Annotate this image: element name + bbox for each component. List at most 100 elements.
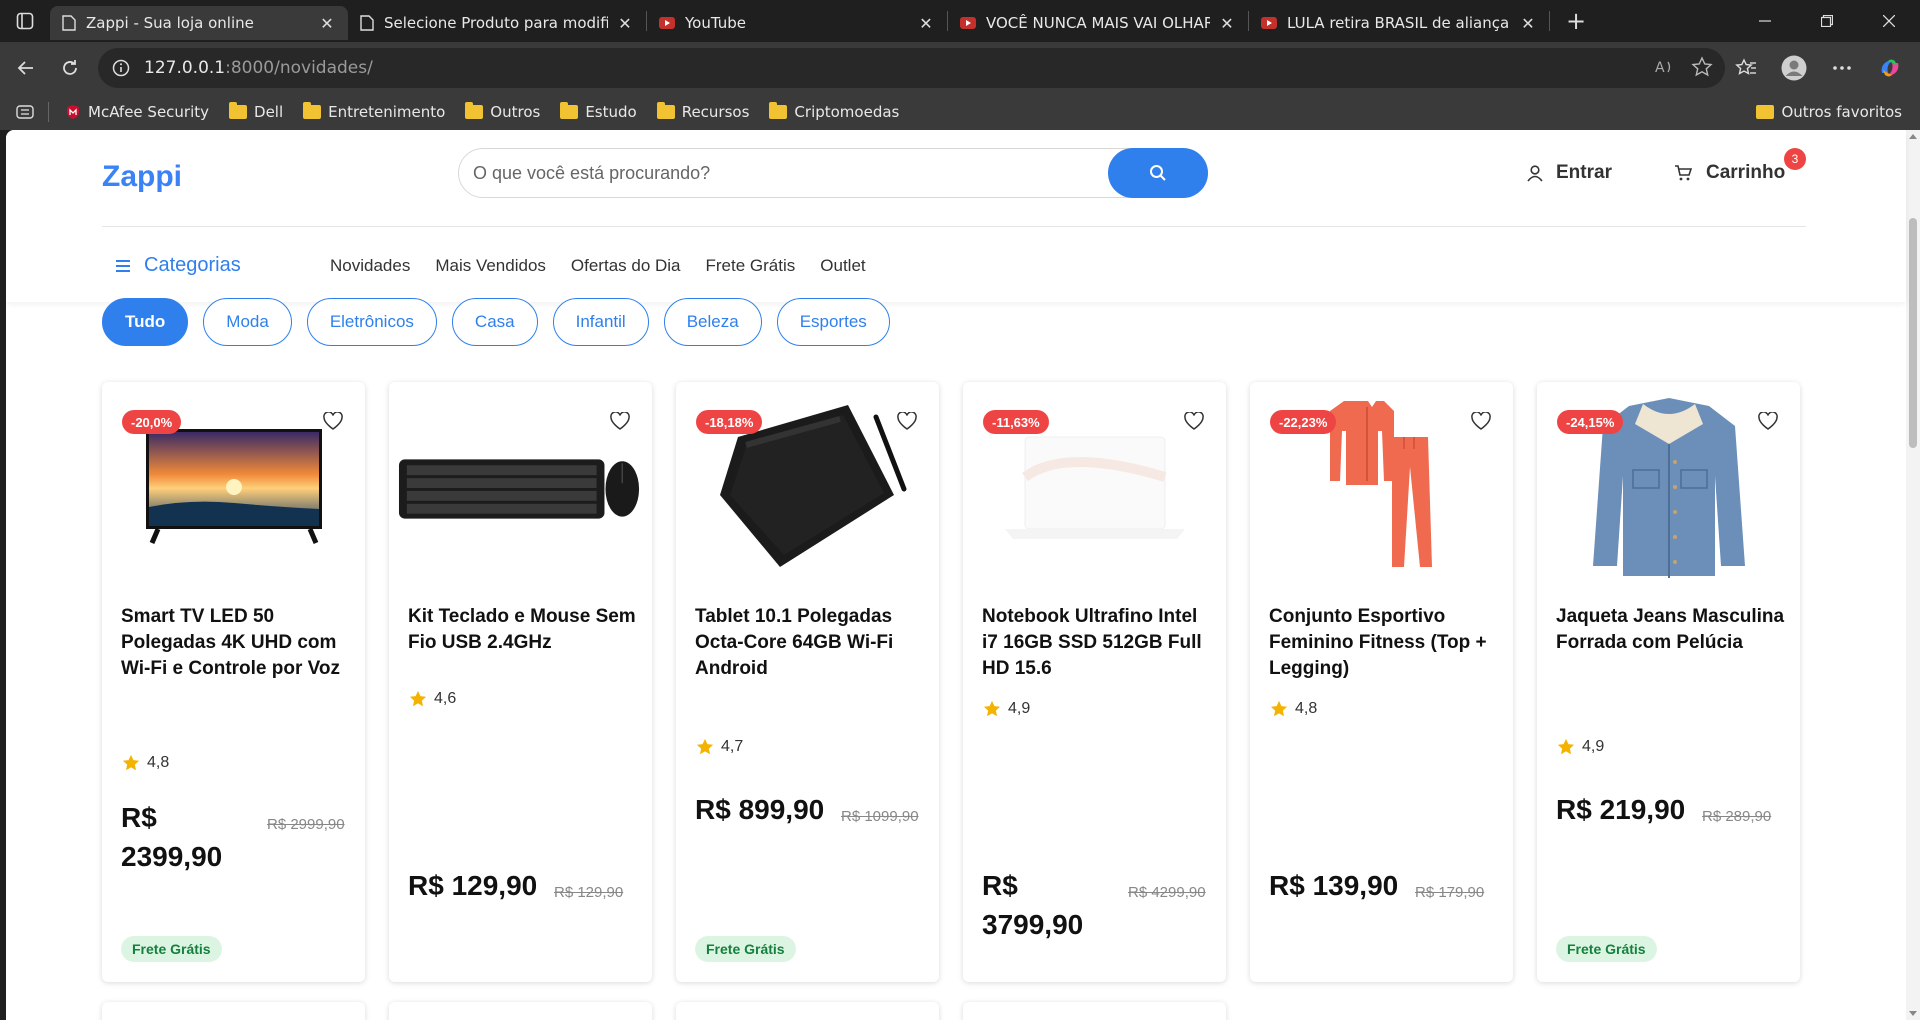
- filter-chip-casa[interactable]: Casa: [451, 298, 538, 346]
- read-aloud-icon[interactable]: A: [1653, 56, 1675, 78]
- tab-video-2[interactable]: LULA retira BRASIL de aliança em ✕: [1249, 6, 1549, 40]
- product-title[interactable]: Smart TV LED 50 Polegadas 4K UHD com Wi-…: [121, 604, 351, 682]
- favorite-star-icon[interactable]: [1691, 56, 1713, 78]
- minimize-button[interactable]: [1734, 0, 1796, 42]
- close-icon[interactable]: ✕: [917, 14, 935, 33]
- product-card[interactable]: -11,63% Notebook Ultrafino Intel i7 16GB…: [963, 382, 1226, 982]
- url-path: :8000/novidades/: [225, 58, 373, 78]
- bookmark-folder-estudo[interactable]: Estudo: [560, 102, 637, 121]
- product-card-partial[interactable]: [102, 1002, 365, 1020]
- heart-icon[interactable]: [897, 412, 917, 430]
- collections-icon[interactable]: [16, 105, 34, 119]
- cart-button[interactable]: Carrinho 3: [1674, 148, 1806, 184]
- tab-youtube[interactable]: YouTube ✕: [647, 6, 947, 40]
- scroll-down-arrow-icon[interactable]: [1909, 1011, 1917, 1016]
- bookmark-folder-recursos[interactable]: Recursos: [656, 102, 749, 121]
- folder-icon: [656, 102, 675, 119]
- profile-button[interactable]: [1772, 48, 1816, 88]
- tab-title: VOCÊ NUNCA MAIS VAI OLHAR P: [986, 14, 1210, 32]
- page-icon: [360, 15, 374, 31]
- close-icon[interactable]: ✕: [318, 14, 336, 33]
- product-title[interactable]: Jaqueta Jeans Masculina Forrada com Pelú…: [1556, 604, 1786, 656]
- copilot-button[interactable]: [1868, 48, 1912, 88]
- tab-actions-button[interactable]: [0, 0, 50, 42]
- bookmark-mcafee[interactable]: McAfee Security: [65, 103, 209, 121]
- close-icon[interactable]: ✕: [616, 14, 634, 33]
- product-price: R$ 129,90: [408, 870, 538, 901]
- filter-chip-esportes[interactable]: Esportes: [776, 298, 890, 346]
- scrollbar-thumb[interactable]: [1909, 218, 1917, 448]
- search-button[interactable]: [1108, 148, 1208, 198]
- close-icon[interactable]: ✕: [1519, 14, 1537, 33]
- site-info-icon[interactable]: [112, 59, 130, 77]
- tab-selecione-produto[interactable]: Selecione Produto para modificar ✕: [348, 6, 646, 40]
- bookmark-label: Criptomoedas: [794, 103, 900, 121]
- heart-icon[interactable]: [1184, 412, 1204, 430]
- bookmark-folder-criptomoedas[interactable]: Criptomoedas: [769, 102, 900, 121]
- address-bar[interactable]: 127.0.0.1:8000/novidades/ A: [98, 48, 1725, 88]
- product-card-partial[interactable]: [963, 1002, 1226, 1020]
- tab-video-1[interactable]: VOCÊ NUNCA MAIS VAI OLHAR P ✕: [948, 6, 1248, 40]
- nav-ofertas-do-dia[interactable]: Ofertas do Dia: [571, 256, 681, 276]
- filter-chip-beleza[interactable]: Beleza: [663, 298, 762, 346]
- product-card[interactable]: -22,23% Conjunto Esportivo Feminino Fitn…: [1250, 382, 1513, 982]
- rating-value: 4,8: [1295, 700, 1318, 717]
- star-icon: [122, 754, 140, 771]
- product-title[interactable]: Kit Teclado e Mouse Sem Fio USB 2.4GHz: [408, 604, 638, 656]
- heart-icon[interactable]: [1471, 412, 1491, 430]
- nav-novidades[interactable]: Novidades: [330, 256, 410, 276]
- filter-chip-tudo[interactable]: Tudo: [102, 298, 189, 346]
- close-window-button[interactable]: [1858, 0, 1920, 42]
- heart-icon[interactable]: [610, 412, 630, 430]
- product-card[interactable]: Kit Teclado e Mouse Sem Fio USB 2.4GHz 4…: [389, 382, 652, 982]
- tab-zappi[interactable]: Zappi - Sua loja online ✕: [50, 6, 348, 40]
- nav-outlet[interactable]: Outlet: [820, 256, 865, 276]
- product-card[interactable]: -24,15% Jaqueta Jeans Masculina Forrada …: [1537, 382, 1800, 982]
- product-title[interactable]: Tablet 10.1 Polegadas Octa-Core 64GB Wi-…: [695, 604, 925, 682]
- free-shipping-badge: Frete Grátis: [1556, 936, 1657, 962]
- bookmark-folder-outros[interactable]: Outros: [465, 102, 540, 121]
- bookmark-folder-dell[interactable]: Dell: [229, 102, 283, 121]
- reload-button[interactable]: [48, 48, 92, 88]
- product-card[interactable]: -20,0% Smart TV LED 50 Polegadas 4K UHD …: [102, 382, 365, 982]
- product-title[interactable]: Notebook Ultrafino Intel i7 16GB SSD 512…: [982, 604, 1212, 682]
- close-icon: [1883, 15, 1895, 27]
- search-input[interactable]: [473, 149, 1093, 197]
- avatar-icon: [1781, 55, 1807, 81]
- filter-chip-infantil[interactable]: Infantil: [552, 298, 649, 346]
- copilot-icon: [1881, 59, 1899, 77]
- product-price: R$ 2399,90: [121, 802, 223, 872]
- bookmark-folder-outros-favoritos[interactable]: Outros favoritos: [1756, 103, 1902, 121]
- product-card-partial[interactable]: [389, 1002, 652, 1020]
- site-logo[interactable]: Zappi: [102, 160, 182, 194]
- discount-badge: -22,23%: [1270, 410, 1337, 434]
- categories-menu-button[interactable]: Categorias: [116, 254, 241, 277]
- heart-icon[interactable]: [323, 412, 343, 430]
- bookmark-folder-entretenimento[interactable]: Entretenimento: [303, 102, 445, 121]
- address-bar-row: 127.0.0.1:8000/novidades/ A: [0, 42, 1920, 94]
- window-controls: [1734, 0, 1920, 42]
- product-card-partial[interactable]: [676, 1002, 939, 1020]
- maximize-button[interactable]: [1796, 0, 1858, 42]
- favorites-button[interactable]: [1724, 48, 1768, 88]
- back-button[interactable]: [4, 48, 48, 88]
- cart-icon: [1675, 165, 1692, 181]
- product-title[interactable]: Conjunto Esportivo Feminino Fitness (Top…: [1269, 604, 1499, 682]
- discount-badge: -11,63%: [983, 410, 1049, 434]
- star-icon: [1270, 700, 1288, 717]
- login-button[interactable]: Entrar: [1526, 162, 1612, 184]
- page-scrollbar[interactable]: [1906, 130, 1920, 1020]
- rating-value: 4,7: [721, 738, 744, 755]
- keyboard-image[interactable]: [397, 392, 644, 582]
- nav-frete-gratis[interactable]: Frete Grátis: [706, 256, 796, 276]
- product-rating: 4,8: [1270, 700, 1317, 718]
- filter-chip-moda[interactable]: Moda: [203, 298, 292, 346]
- close-icon[interactable]: ✕: [1218, 14, 1236, 33]
- more-options-button[interactable]: [1820, 48, 1864, 88]
- nav-mais-vendidos[interactable]: Mais Vendidos: [435, 256, 546, 276]
- heart-icon[interactable]: [1758, 412, 1778, 430]
- product-card[interactable]: -18,18% Tablet 10.1 Polegadas Octa-Core …: [676, 382, 939, 982]
- new-tab-button[interactable]: +: [1556, 4, 1596, 38]
- scroll-up-arrow-icon[interactable]: [1909, 134, 1917, 139]
- filter-chip-eletronicos[interactable]: Eletrônicos: [306, 298, 437, 346]
